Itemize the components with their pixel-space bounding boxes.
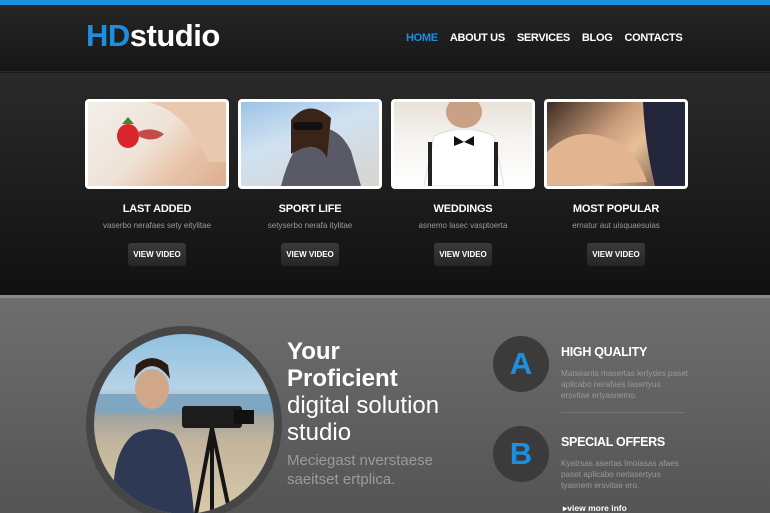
hero-tagline: Meciegast nverstaese saeitset ertplica. [287,452,433,488]
headline-line-1: Your [287,338,340,365]
strawberry-lips-image [117,102,226,162]
video-card: LAST ADDED vaserbo nerafaes sety eitylit… [85,99,229,266]
video-thumbnail[interactable] [85,99,229,189]
video-card: MOST POPULAR ernatur aut uisquaesuias VI… [544,99,688,266]
view-video-button[interactable]: VIEW VIDEO [434,243,492,266]
card-subtitle: asnemo lasec vasptoerta [418,221,508,230]
nav-contacts[interactable]: CONTACTS [624,32,682,44]
cameraman-photo [94,334,274,513]
video-thumbnail[interactable] [544,99,688,189]
view-video-button[interactable]: VIEW VIDEO [128,243,186,266]
feature-badge: A [493,336,549,392]
logo-hd: HD [86,18,130,53]
wedding-groom-image [423,102,505,186]
headline-line-4: studio [287,419,352,446]
video-thumbnail[interactable] [391,99,535,189]
feature-text: Kyatrsas asertas lmoiasas afaes paset ap… [561,459,679,490]
nav-home[interactable]: HOME [406,32,438,44]
view-more-info-link[interactable]: view more info [563,503,627,513]
card-title: SPORT LIFE [278,203,342,215]
headline-line-3: digital solution [287,392,440,419]
video-thumbnail[interactable] [238,99,382,189]
cameraman-image [94,358,274,513]
site-header: HDstudio HOME ABOUT US SERVICES BLOG CON… [0,5,770,72]
card-subtitle: setyserbo nerafa itylitae [267,221,353,230]
sport-woman-image [281,108,361,186]
nav-about-us[interactable]: ABOUT US [450,32,505,44]
video-card: WEDDINGS asnemo lasec vasptoerta VIEW VI… [391,99,535,266]
view-video-button[interactable]: VIEW VIDEO [587,243,645,266]
feature-badge: B [493,426,549,482]
card-title: WEDDINGS [433,203,493,215]
intro-section: Your Proficient digital solution studio … [0,295,770,513]
logo-studio: studio [129,18,221,53]
card-title: MOST POPULAR [572,203,660,215]
hero-headline: Your Proficient digital solution studio [287,338,439,446]
photo-frame [86,326,282,513]
card-title: LAST ADDED [122,203,192,215]
feature-title: SPECIAL OFFERS [561,435,665,449]
view-video-button[interactable]: VIEW VIDEO [281,243,339,266]
video-gallery: LAST ADDED vaserbo nerafaes sety eitylit… [0,73,770,295]
site-logo[interactable]: HDstudio [86,18,220,54]
feature-text: Matseants masertas lertydes paset aplica… [561,369,688,400]
hand-closeup-image [547,102,685,186]
headline-line-2: Proficient [287,365,398,392]
main-nav: HOME ABOUT US SERVICES BLOG CONTACTS [406,32,694,44]
feature-title: HIGH QUALITY [561,345,647,359]
video-card: SPORT LIFE setyserbo nerafa itylitae VIE… [238,99,382,266]
nav-blog[interactable]: BLOG [582,32,613,44]
feature-divider [561,412,685,413]
card-subtitle: vaserbo nerafaes sety eitylitae [102,221,212,230]
nav-services[interactable]: SERVICES [517,32,570,44]
card-subtitle: ernatur aut uisquaesuias [572,221,660,230]
